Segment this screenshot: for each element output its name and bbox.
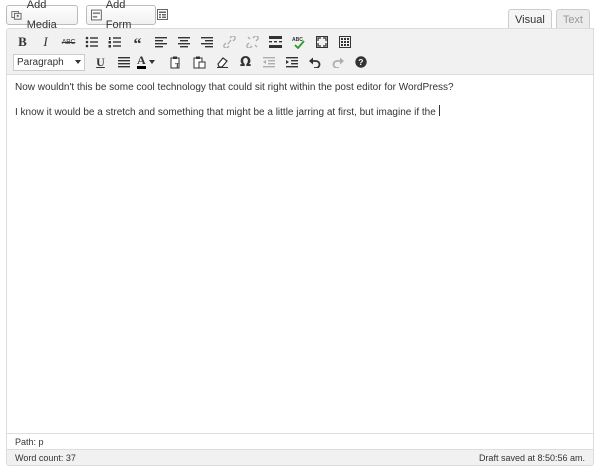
strikethrough-button[interactable]: ABC [59,33,78,51]
indent-button[interactable] [282,53,301,71]
format-select-value: Paragraph [17,56,64,68]
kitchen-sink-icon [338,36,351,48]
clear-formatting-button[interactable] [213,53,232,71]
bullet-list-icon [85,36,98,48]
paragraph-1: Now wouldn't this be some cool technolog… [15,82,454,93]
paste-word-icon [193,56,206,68]
italic-button[interactable]: I [36,33,55,51]
tab-text[interactable]: Text [555,9,590,29]
fullscreen-icon [315,36,328,48]
add-form-button[interactable]: Add Form [86,0,156,31]
outdent-button[interactable] [259,53,278,71]
insert-link-button[interactable] [220,33,239,51]
bold-button[interactable]: B [13,33,32,51]
toolbar-row-2: Paragraph U A T Ω ? [13,53,374,71]
format-select[interactable]: Paragraph [13,53,85,71]
editor-mode-tabs: Visual Text [508,9,590,29]
chevron-down-icon[interactable] [148,60,155,64]
numbered-list-icon [108,37,121,48]
spellcheck-button[interactable]: ABC [289,33,308,51]
numbered-list-button[interactable] [105,33,124,51]
text-cursor [438,105,440,116]
align-center-button[interactable] [174,33,193,51]
toolbar-row-1: B I ABC “ ABC [13,33,358,53]
align-right-button[interactable] [197,33,216,51]
insert-more-button[interactable] [266,33,285,51]
outdent-icon [262,56,275,67]
align-left-icon [154,36,167,47]
remove-link-button[interactable] [243,33,262,51]
paste-text-icon: T [170,56,180,69]
indent-icon [285,56,298,67]
editor-toolbar: B I ABC “ ABC Paragraph U A T Ω ? [7,29,593,75]
unlink-icon [246,36,259,48]
paste-text-button[interactable]: T [167,53,186,71]
spellcheck-icon: ABC [292,37,305,49]
post-editor: B I ABC “ ABC Paragraph U A T Ω ? Now wo… [6,28,594,466]
path-bar: Path: p [7,433,593,449]
paragraph-2-text: I know it would be a stretch and somethi… [15,107,436,118]
editor-footer: Word count: 37 Draft saved at 8:50:56 am… [7,449,593,465]
help-button[interactable]: ? [351,53,370,71]
align-right-icon [200,36,213,47]
redo-button[interactable] [328,53,347,71]
text-color-button[interactable]: A [137,53,163,69]
editor-top-bar: Add Media Add Form Visual Text [0,0,600,31]
align-center-icon [177,36,190,47]
text-color-letter: A [137,53,146,69]
svg-text:T: T [175,62,180,69]
special-character-button[interactable]: Ω [236,53,255,71]
paragraph-2: I know it would be a stretch and somethi… [15,105,585,120]
underline-button[interactable]: U [91,53,110,71]
undo-button[interactable] [305,53,324,71]
draft-saved-status: Draft saved at 8:50:56 am. [478,453,585,463]
more-tag-icon [269,36,282,48]
fullscreen-button[interactable] [312,33,331,51]
redo-icon [332,57,344,68]
bullet-list-button[interactable] [82,33,101,51]
link-icon [223,36,236,48]
undo-icon [308,57,320,68]
align-justify-icon [117,56,130,67]
svg-text:?: ? [358,57,363,67]
help-icon: ? [354,56,367,68]
toolbar-toggle-button[interactable] [335,33,354,51]
paste-word-button[interactable] [190,53,209,71]
blockquote-button[interactable]: “ [128,33,147,53]
chevron-down-icon [75,60,81,64]
add-media-button[interactable]: Add Media [6,0,78,31]
editor-content[interactable]: Now wouldn't this be some cool technolog… [7,75,593,433]
eraser-icon [217,57,228,68]
tab-visual[interactable]: Visual [508,9,552,29]
form-list-icon[interactable] [157,9,168,20]
word-count: Word count: 37 [15,453,76,463]
justify-button[interactable] [114,53,133,71]
media-icon [11,11,22,20]
form-icon [91,9,102,21]
svg-text:ABC: ABC [292,37,303,43]
align-left-button[interactable] [151,33,170,51]
